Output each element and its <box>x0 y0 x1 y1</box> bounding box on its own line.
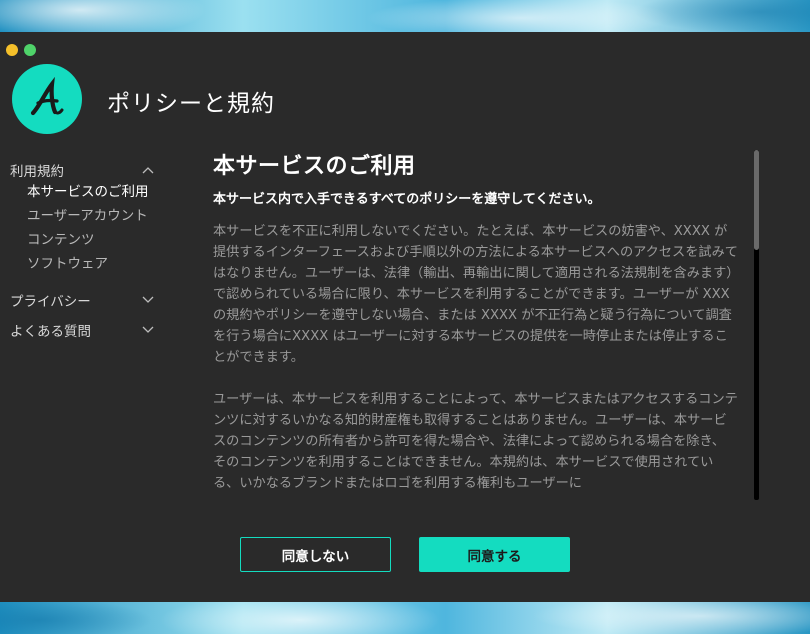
chevron-up-icon <box>142 167 154 174</box>
minimize-button[interactable] <box>6 44 18 56</box>
sidebar-item-user-account[interactable]: ユーザーアカウント <box>10 204 160 228</box>
sidebar-section-privacy[interactable]: プライバシー <box>10 290 160 310</box>
sidebar-item-service-use[interactable]: 本サービスのご利用 <box>10 180 160 204</box>
scrollbar-thumb[interactable] <box>754 150 759 250</box>
app-logo <box>12 64 82 134</box>
zoom-button[interactable] <box>24 44 36 56</box>
content-title: 本サービスのご利用 <box>213 154 416 179</box>
chevron-down-icon <box>142 326 154 333</box>
window-title: ポリシーと規約 <box>107 91 275 117</box>
disagree-button[interactable]: 同意しない <box>240 537 391 572</box>
agree-button[interactable]: 同意する <box>419 537 570 572</box>
sidebar-section-faq[interactable]: よくある質問 <box>10 320 160 340</box>
window-controls <box>6 44 36 56</box>
content-subtitle: 本サービス内で入手できるすべてのポリシーを遵守してください。 <box>213 192 601 207</box>
content-paragraph: 本サービスを不正に利用しないでください。たとえば、本サービスの妨害や、XXXX … <box>213 224 738 365</box>
sidebar-section-terms[interactable]: 利用規約 <box>10 160 160 180</box>
content-scrollbar[interactable] <box>754 150 759 500</box>
sidebar-section-label: 利用規約 <box>10 164 64 180</box>
sidebar-section-label: プライバシー <box>10 294 91 310</box>
sidebar: 利用規約 本サービスのご利用 ユーザーアカウント コンテンツ ソフトウェア プラ… <box>10 160 160 340</box>
chevron-down-icon <box>142 296 154 303</box>
policy-window: ポリシーと規約 利用規約 本サービスのご利用 ユーザーアカウント コンテンツ ソ… <box>0 32 810 602</box>
content-scroll-area[interactable]: 本サービスを不正に利用しないでください。たとえば、本サービスの妨害や、XXXX … <box>213 215 738 497</box>
sidebar-item-contents[interactable]: コンテンツ <box>10 228 160 252</box>
content-header: 本サービスのご利用 本サービス内で入手できるすべてのポリシーを遵守してください。 <box>213 148 733 207</box>
sidebar-item-software[interactable]: ソフトウェア <box>10 252 160 276</box>
logo-a-icon <box>30 77 64 116</box>
sidebar-section-label: よくある質問 <box>10 324 91 340</box>
content-paragraph: ユーザーは、本サービスを利用することによって、本サービスまたはアクセスするコンテ… <box>213 392 738 491</box>
